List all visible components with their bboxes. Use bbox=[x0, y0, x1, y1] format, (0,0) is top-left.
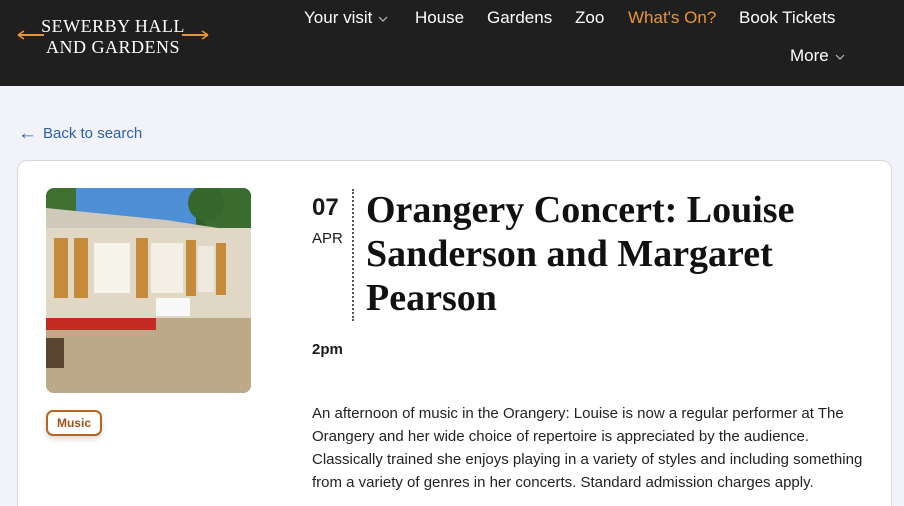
nav-book-tickets[interactable]: Book Tickets bbox=[739, 8, 835, 28]
nav-gardens[interactable]: Gardens bbox=[487, 8, 552, 28]
date-divider bbox=[352, 189, 354, 321]
event-title: Orangery Concert: Louise Sanderson and M… bbox=[366, 189, 795, 319]
event-description: An afternoon of music in the Orangery: L… bbox=[312, 405, 863, 491]
nav-more-label: More bbox=[790, 46, 829, 65]
nav-more[interactable]: More bbox=[790, 46, 845, 66]
event-month: APR bbox=[312, 230, 343, 247]
site-logo[interactable]: SEWERBY HALL AND GARDENS bbox=[16, 17, 210, 59]
category-tag-music[interactable]: Music bbox=[46, 410, 102, 436]
logo-line-2: AND GARDENS bbox=[45, 37, 180, 57]
site-header: SEWERBY HALL AND GARDENS Your visit Hous… bbox=[0, 0, 904, 86]
nav-whats-on[interactable]: What's On? bbox=[628, 8, 716, 28]
back-to-search-link[interactable]: ← Back to search bbox=[18, 124, 142, 144]
chevron-down-icon bbox=[378, 16, 388, 22]
arrow-left-icon: ← bbox=[18, 123, 37, 144]
nav-your-visit-label: Your visit bbox=[304, 8, 373, 27]
event-time: 2pm bbox=[312, 341, 343, 358]
nav-house[interactable]: House bbox=[415, 8, 464, 28]
nav-your-visit[interactable]: Your visit bbox=[304, 8, 388, 28]
event-image bbox=[46, 188, 251, 393]
back-to-search-label: Back to search bbox=[43, 125, 143, 142]
event-day: 07 bbox=[312, 194, 339, 221]
chevron-down-icon bbox=[835, 54, 845, 60]
nav-zoo[interactable]: Zoo bbox=[575, 8, 604, 28]
